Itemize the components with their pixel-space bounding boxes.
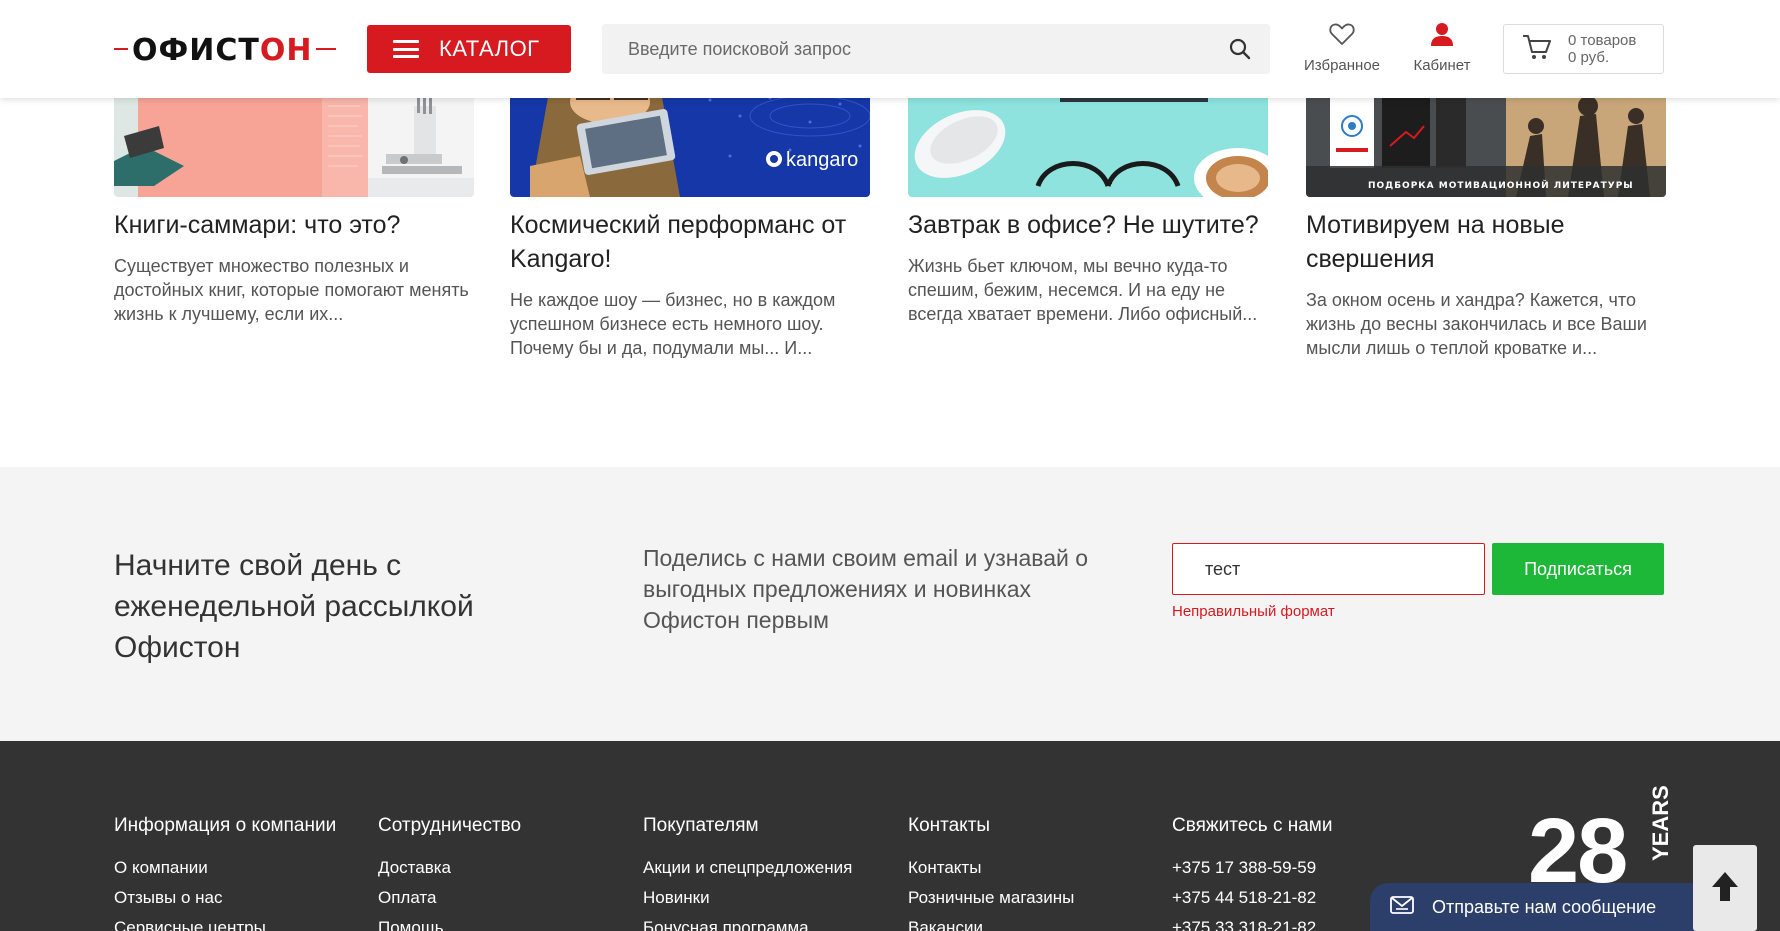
phone-link[interactable]: +375 33 318-21-82: [1172, 913, 1332, 931]
newsletter-section: Начните свой день с еженедельной рассылк…: [0, 467, 1780, 741]
footer-link[interactable]: Контакты: [908, 853, 1074, 883]
footer-column-contacts: Контакты Контакты Розничные магазины Вак…: [908, 815, 1074, 931]
article-image[interactable]: ПОДБОРКА МОТИВАЦИОННОЙ ЛИТЕРАТУРЫ: [1306, 86, 1666, 197]
mail-icon: [1390, 895, 1414, 919]
footer-column-company: Информация о компании О компании Отзывы …: [114, 815, 336, 931]
footer-link[interactable]: Новинки: [643, 883, 852, 913]
cabinet-link[interactable]: Кабинет: [1402, 22, 1482, 74]
footer-column-title: Информация о компании: [114, 815, 337, 836]
article-description: За окном осень и хандра? Кажется, что жи…: [1306, 290, 1647, 358]
footer-link[interactable]: Акции и спецпредложения: [643, 853, 852, 883]
article-image[interactable]: [908, 86, 1268, 197]
subscribe-button[interactable]: Подписаться: [1492, 543, 1664, 595]
cart-icon: [1522, 33, 1552, 66]
search-icon[interactable]: [1210, 24, 1270, 74]
cart-count: 0 товаров: [1568, 32, 1637, 49]
newsletter-email-input[interactable]: [1172, 543, 1485, 595]
article-description: Не каждое шоу — бизнес, но в каждом успе…: [510, 290, 836, 358]
cart-button[interactable]: 0 товаров 0 руб.: [1503, 24, 1664, 74]
logo-text: ОФИСТОН: [128, 32, 317, 68]
cabinet-label: Кабинет: [1413, 57, 1471, 74]
footer-column-title: Контакты: [908, 815, 991, 836]
favorites-label: Избранное: [1303, 57, 1381, 74]
logo-text-right: Н: [286, 32, 313, 68]
footer-column-title: Покупателям: [643, 815, 759, 836]
heart-icon: [1329, 22, 1355, 51]
phone-link[interactable]: +375 44 518-21-82: [1172, 883, 1332, 913]
logo-text-o: О: [259, 32, 287, 68]
footer-column-title: Свяжитесь с нами: [1172, 815, 1333, 836]
footer-link[interactable]: О компании: [114, 853, 336, 883]
arrow-up-icon: [1709, 869, 1741, 908]
catalog-button[interactable]: КАТАЛОГ: [367, 25, 571, 73]
footer-link[interactable]: Вакансии: [908, 913, 1074, 931]
article-image[interactable]: kangaro: [510, 86, 870, 197]
scroll-top-button[interactable]: [1693, 845, 1757, 931]
footer-link[interactable]: Помощь: [378, 913, 521, 931]
newsletter-title: Начните свой день с еженедельной рассылк…: [114, 549, 474, 664]
footer-link[interactable]: Сервисные центры: [114, 913, 336, 931]
footer-link[interactable]: Отзывы о нас: [114, 883, 336, 913]
article-title[interactable]: Книги-саммари: что это?: [114, 208, 484, 242]
chat-button[interactable]: Отправьте нам сообщение: [1370, 883, 1745, 931]
phone-link[interactable]: +375 17 388-59-59: [1172, 853, 1332, 883]
catalog-label: КАТАЛОГ: [439, 36, 540, 61]
article-description: Жизнь бьет ключом, мы вечно куда-то спеш…: [908, 256, 1258, 324]
article-title[interactable]: Космический перформанс от Kangaro!: [510, 208, 880, 276]
cart-sum: 0 руб.: [1568, 49, 1610, 66]
footer-link[interactable]: Розничные магазины: [908, 883, 1074, 913]
footer-column-phones: Свяжитесь с нами +375 17 388-59-59 +375 …: [1172, 815, 1332, 931]
newsletter-error: Неправильный формат: [1172, 603, 1335, 620]
article-image[interactable]: [114, 86, 474, 197]
site-logo[interactable]: ОФИСТОН: [114, 30, 336, 70]
newsletter-text: Поделись с нами своим email и узнавай о …: [643, 545, 1089, 633]
footer-column-customers: Покупателям Акции и спецпредложения Нови…: [643, 815, 852, 931]
search-input[interactable]: [602, 24, 1210, 74]
favorites-link[interactable]: Избранное: [1300, 22, 1384, 74]
years-badge: 28 YEARS: [1528, 785, 1673, 897]
article-title[interactable]: Мотивируем на новые свершения: [1306, 208, 1676, 276]
footer-link[interactable]: Бонусная программа: [643, 913, 852, 931]
site-header: ОФИСТОН КАТАЛОГ Избранное Кабинет 0 това…: [0, 0, 1780, 98]
footer-column-title: Сотрудничество: [378, 815, 522, 836]
motivation-banner-text: ПОДБОРКА МОТИВАЦИОННОЙ ЛИТЕРАТУРЫ: [1368, 179, 1634, 191]
footer-link[interactable]: Оплата: [378, 883, 521, 913]
footer-link[interactable]: Доставка: [378, 853, 521, 883]
menu-icon: [393, 40, 419, 58]
article-title[interactable]: Завтрак в офисе? Не шутите?: [908, 208, 1278, 242]
chat-label: Отправьте нам сообщение: [1432, 896, 1657, 917]
search-bar: [602, 24, 1270, 74]
kangaro-brand-text: kangaro: [786, 149, 858, 171]
footer-column-cooperation: Сотрудничество Доставка Оплата Помощь: [378, 815, 521, 931]
user-icon: [1430, 22, 1454, 51]
logo-text-left: ОФИСТ: [132, 32, 260, 68]
article-description: Существует множество полезных и достойны…: [114, 256, 469, 324]
years-word: YEARS: [1648, 785, 1673, 861]
